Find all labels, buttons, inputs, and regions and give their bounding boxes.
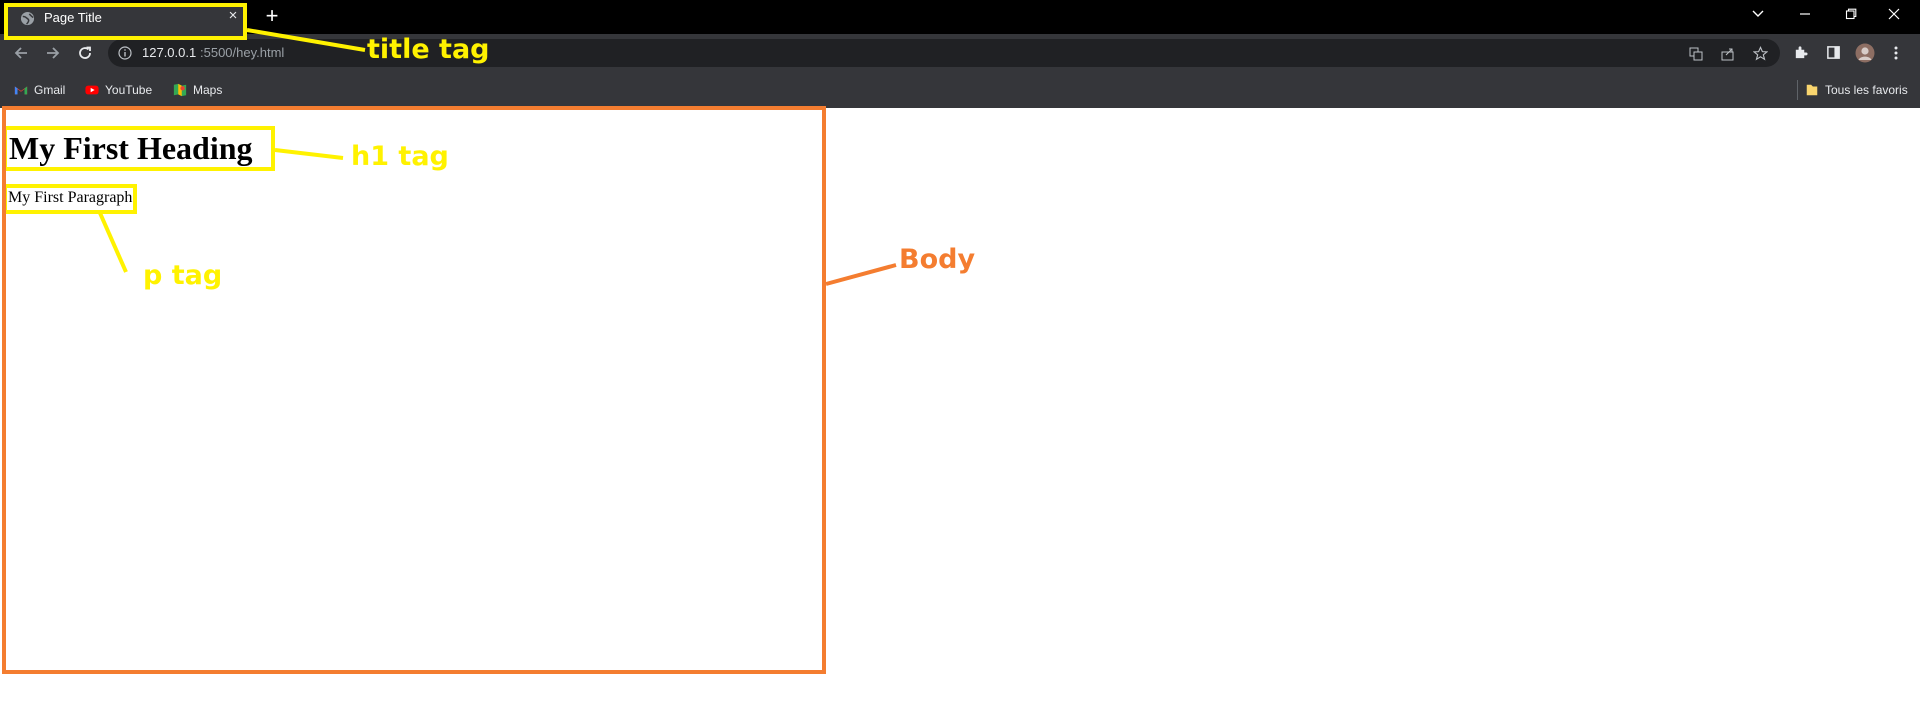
back-icon[interactable] [10, 42, 32, 64]
restore-icon[interactable] [1831, 0, 1871, 28]
all-bookmarks-folder[interactable]: Tous les favoris [1805, 81, 1908, 99]
bookmark-label: Gmail [34, 83, 66, 97]
title-tag-highlight [4, 3, 247, 40]
profile-avatar-icon[interactable] [1854, 42, 1876, 64]
h1-tag-label: h1 tag [351, 141, 449, 172]
bookmark-label: Maps [193, 83, 223, 97]
reload-icon[interactable] [74, 42, 96, 64]
site-info-icon[interactable] [118, 46, 132, 60]
address-bar[interactable]: 127.0.0.1 :5500/hey.html [108, 39, 1780, 67]
gmail-icon [14, 86, 28, 95]
extensions-icon[interactable] [1789, 42, 1811, 64]
p-tag-label: p tag [143, 260, 223, 291]
body-label: Body [899, 244, 976, 275]
tab-search-icon[interactable] [1738, 0, 1778, 28]
translate-icon[interactable] [1687, 45, 1705, 63]
youtube-icon [85, 85, 99, 95]
all-bookmarks-label: Tous les favoris [1825, 83, 1908, 97]
body-highlight [2, 106, 826, 674]
menu-kebab-icon[interactable] [1885, 42, 1907, 64]
folder-icon [1806, 84, 1818, 96]
bookmark-divider [1797, 80, 1798, 100]
minimize-icon[interactable] [1785, 0, 1825, 28]
share-icon[interactable] [1719, 45, 1737, 63]
url-host: 127.0.0.1 [142, 45, 197, 60]
bookmark-star-icon[interactable] [1751, 45, 1769, 63]
bookmark-youtube[interactable]: YouTube [85, 81, 152, 99]
bookmark-label: YouTube [105, 83, 153, 97]
forward-icon[interactable] [42, 42, 64, 64]
title-tag-label: title tag [367, 34, 490, 65]
tab-strip: Page Title × + [0, 0, 1920, 34]
side-panel-icon[interactable] [1822, 42, 1844, 64]
browser-toolbar: 127.0.0.1 :5500/hey.html [0, 34, 1920, 72]
bookmark-gmail[interactable]: Gmail [14, 81, 65, 99]
url-path: :5500/hey.html [200, 45, 285, 60]
bookmarks-bar: Gmail YouTube Maps Tous les favoris [0, 72, 1920, 108]
close-window-icon[interactable] [1874, 0, 1914, 28]
new-tab-button[interactable]: + [260, 4, 284, 28]
bookmark-maps[interactable]: Maps [173, 81, 222, 99]
maps-icon [173, 83, 187, 97]
